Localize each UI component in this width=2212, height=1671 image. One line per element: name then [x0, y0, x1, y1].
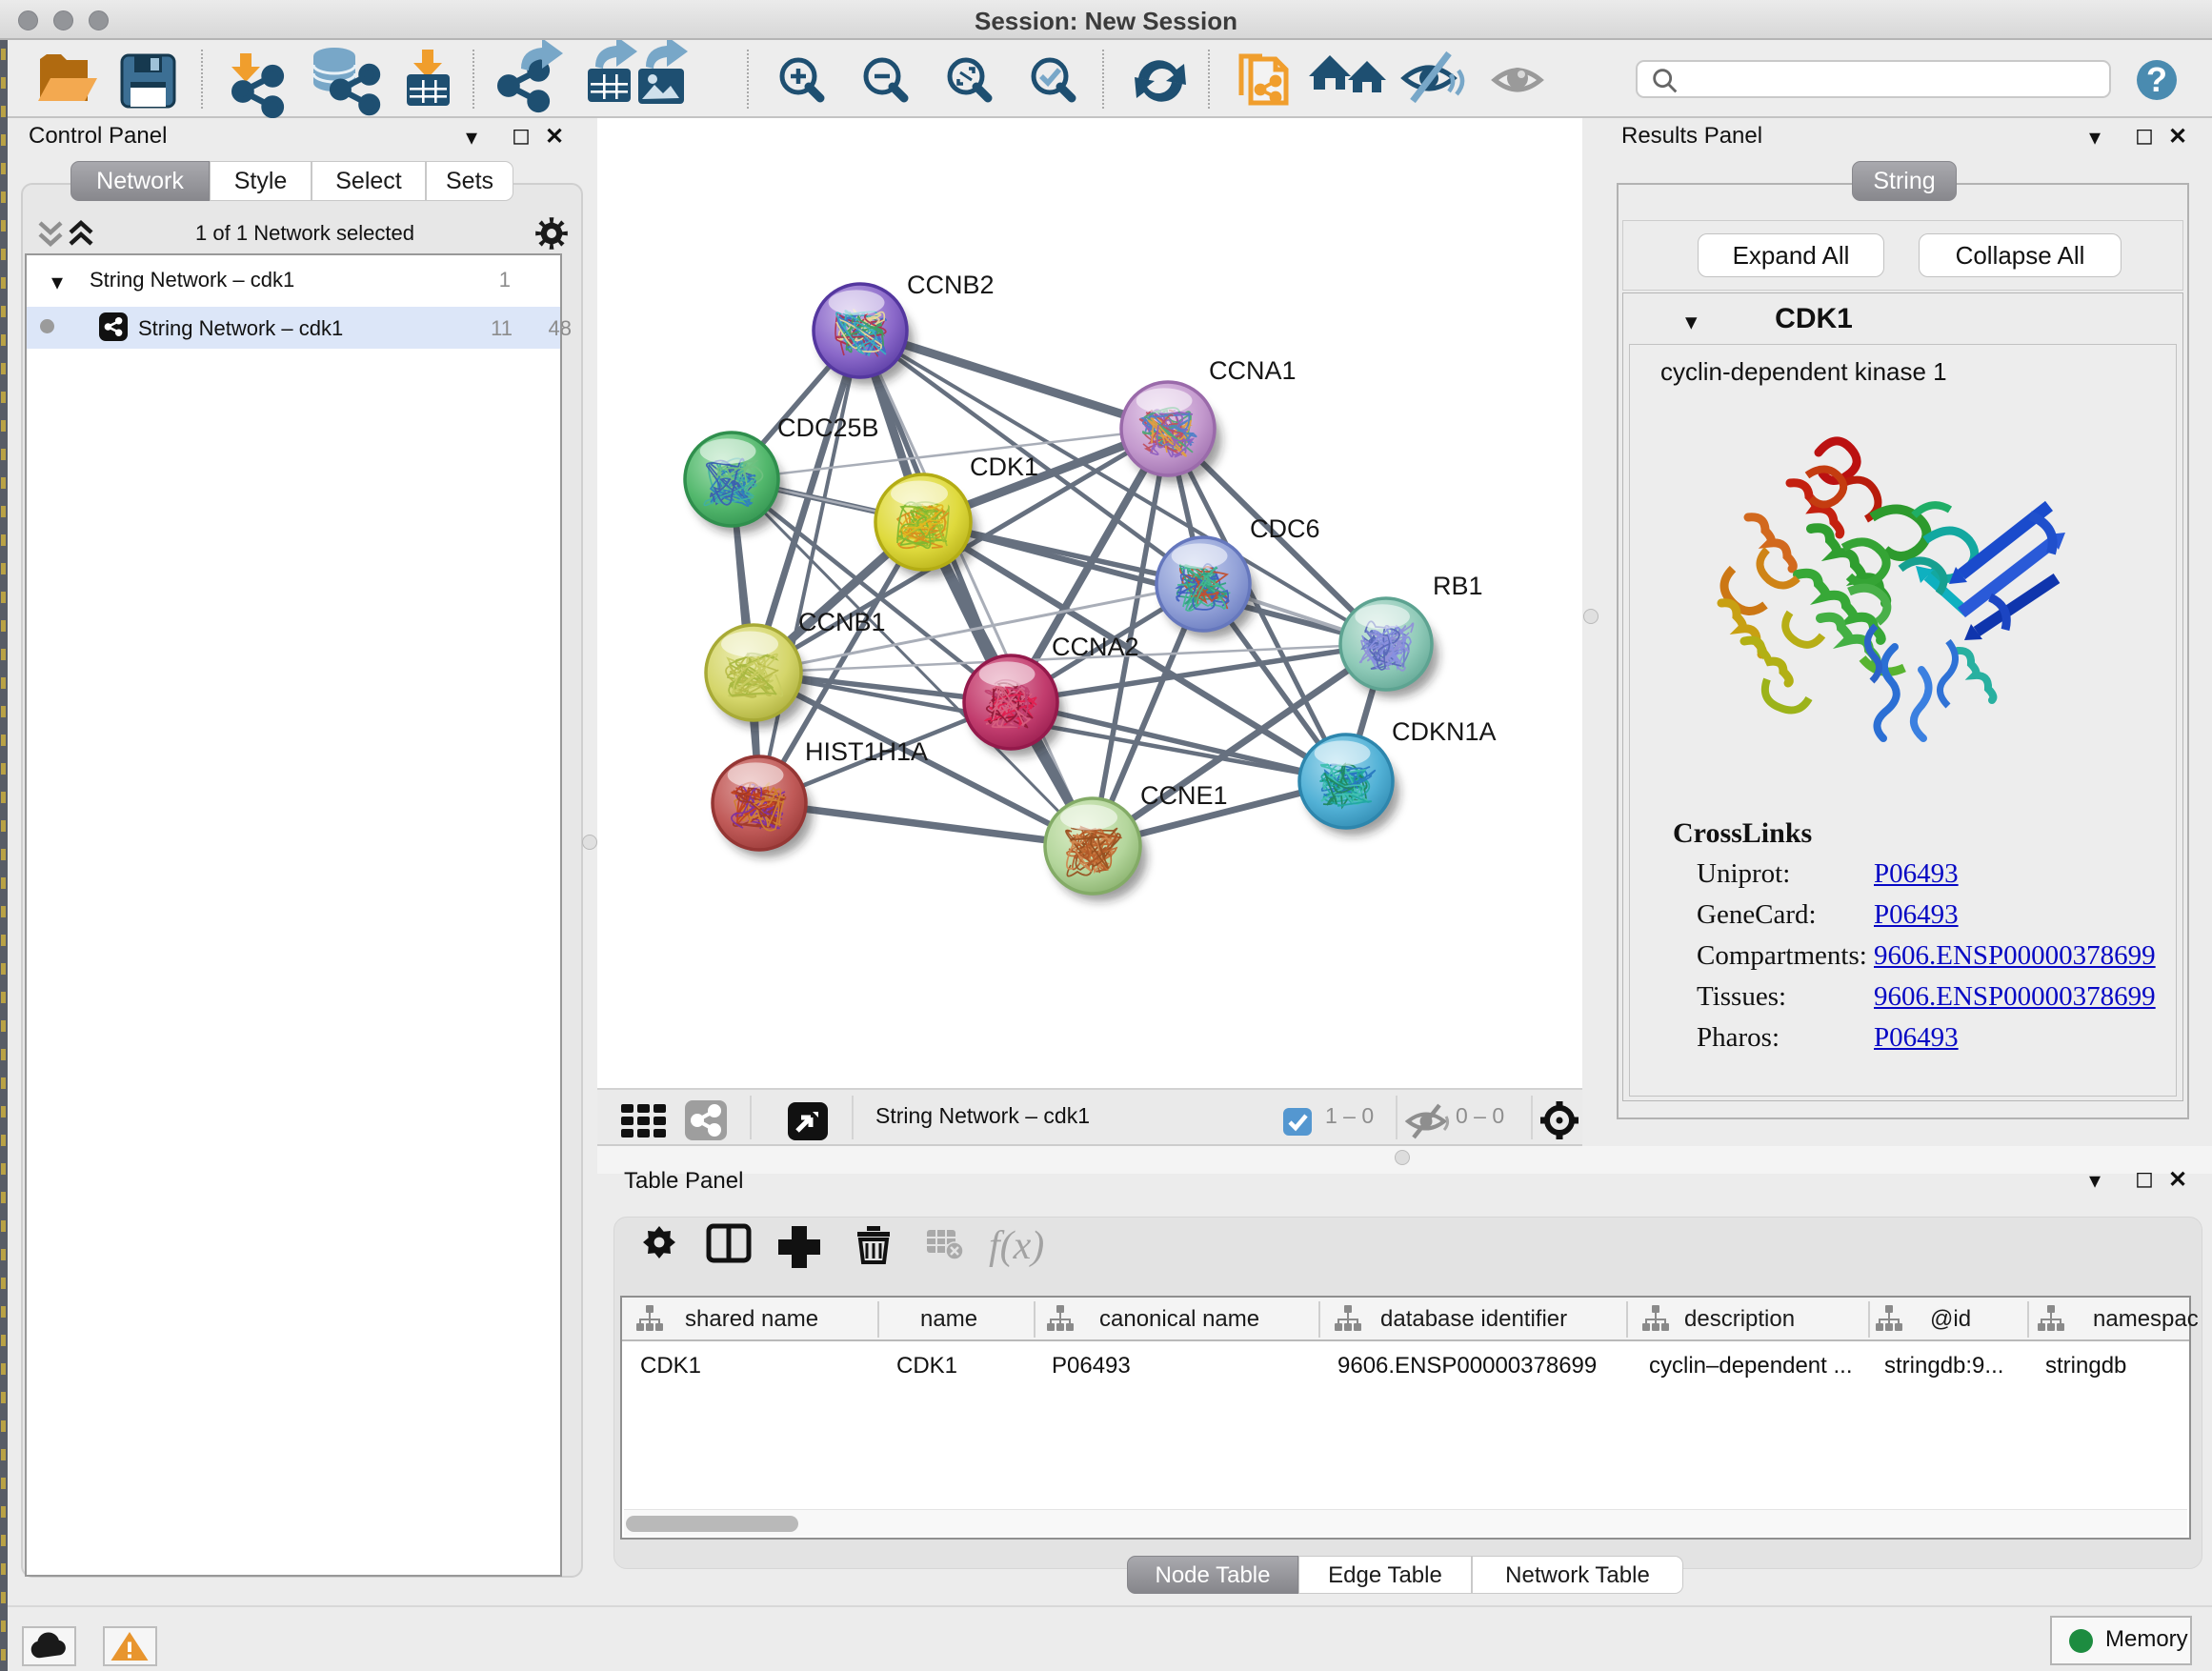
svg-text:CDC6: CDC6 [1250, 514, 1320, 543]
svg-text:?: ? [2146, 60, 2167, 99]
svg-text:f(x): f(x) [989, 1224, 1044, 1268]
svg-text:CCNA2: CCNA2 [1052, 633, 1139, 661]
svg-text:CDC25B: CDC25B [777, 413, 879, 442]
svg-text:CCNB2: CCNB2 [907, 271, 995, 299]
svg-text:CCNA1: CCNA1 [1209, 356, 1297, 385]
svg-text:CCNE1: CCNE1 [1140, 781, 1228, 810]
svg-text:CDKN1A: CDKN1A [1392, 717, 1497, 746]
svg-text:CCNB1: CCNB1 [798, 608, 886, 636]
svg-text:HIST1H1A: HIST1H1A [805, 737, 928, 766]
svg-text:CDK1: CDK1 [970, 453, 1038, 481]
svg-text:RB1: RB1 [1433, 572, 1483, 600]
